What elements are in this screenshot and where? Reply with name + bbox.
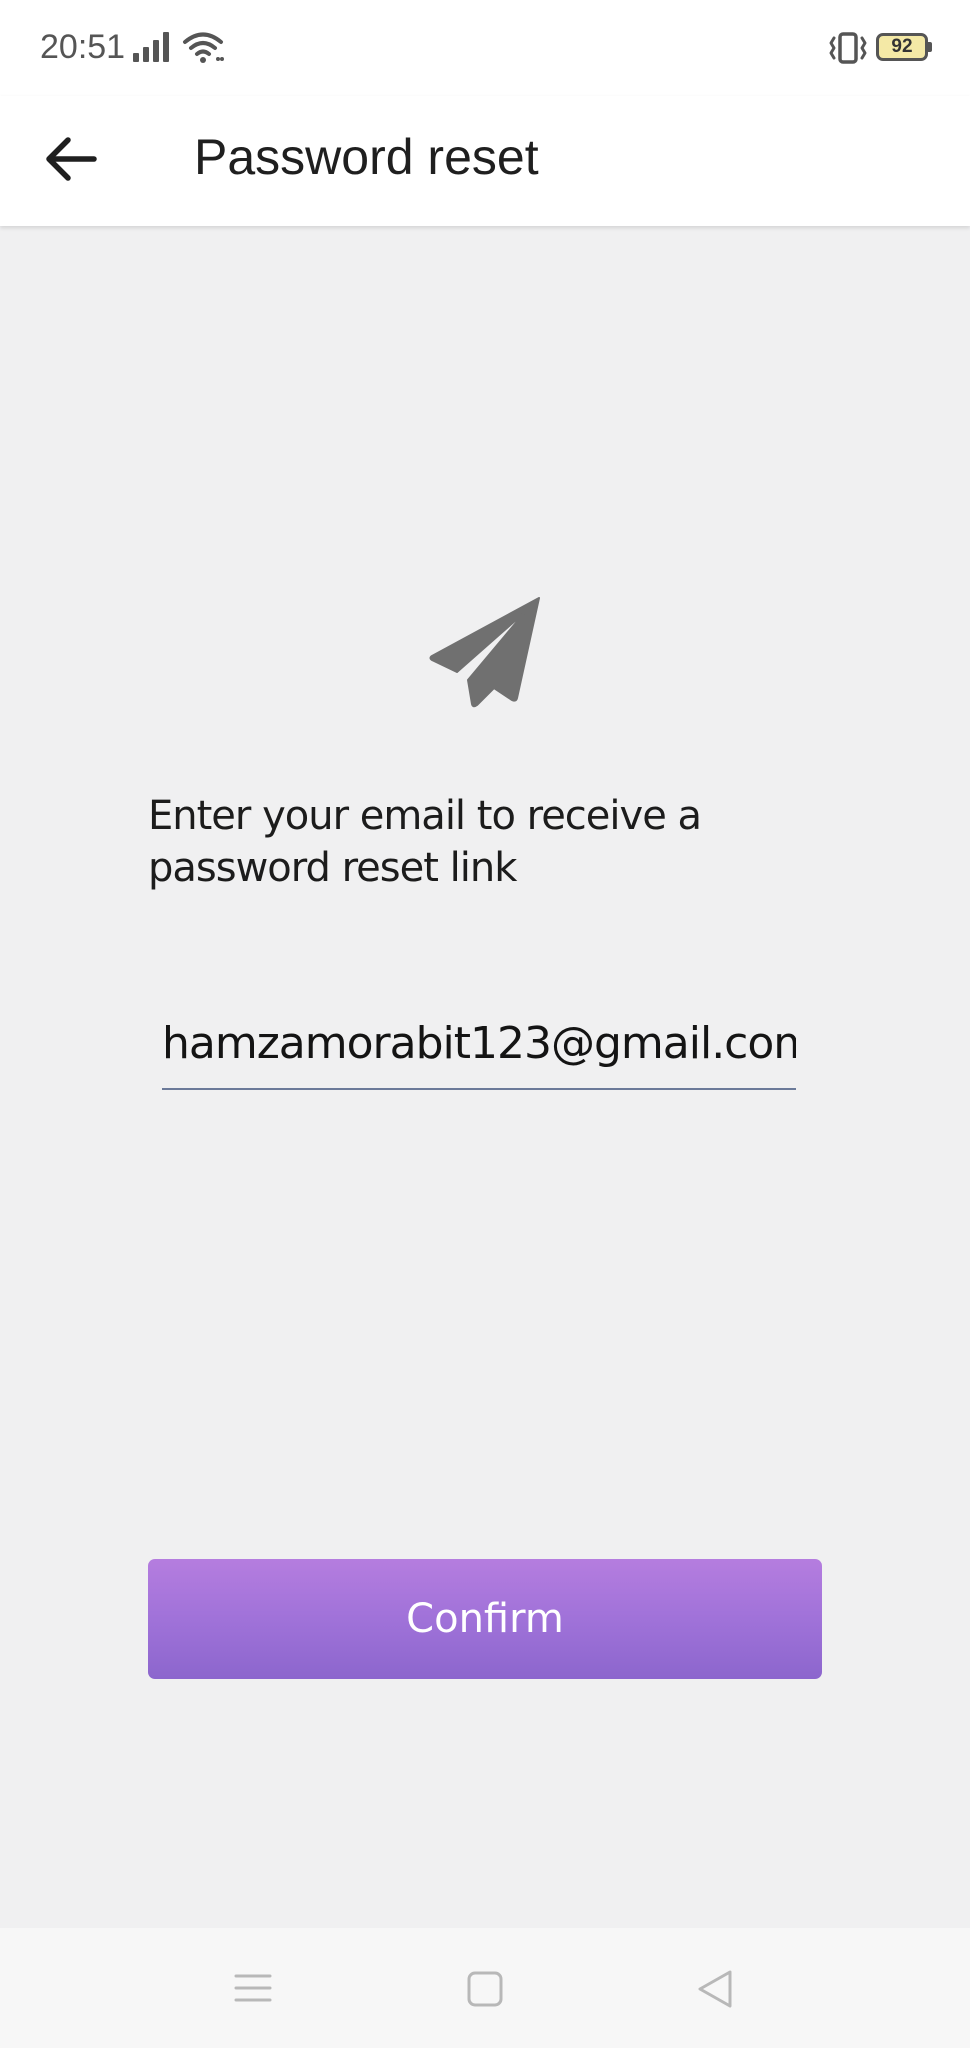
status-time: 20:51 <box>40 28 126 66</box>
toolbar: Password reset <box>0 96 970 226</box>
battery-level: 92 <box>891 36 913 57</box>
paper-plane-icon <box>429 597 540 708</box>
back-button[interactable] <box>30 116 116 202</box>
wifi-icon <box>183 32 224 63</box>
navigation-bar <box>0 1928 970 2048</box>
page-title: Password reset <box>194 129 539 185</box>
back-triangle-icon[interactable] <box>690 1964 740 2014</box>
vibrate-icon <box>829 32 867 64</box>
instruction-text: Enter your email to receive a password r… <box>148 793 702 891</box>
menu-icon[interactable] <box>228 1966 278 2010</box>
battery-tip <box>928 42 932 52</box>
email-field[interactable] <box>162 998 796 1090</box>
confirm-button[interactable]: Confirm <box>148 1559 822 1679</box>
password-reset-screen: 20:51 92 Password reset Enter your email… <box>0 0 970 2048</box>
signal-icon <box>133 32 169 62</box>
status-bar: 20:51 92 <box>0 0 970 96</box>
home-square-icon[interactable] <box>460 1964 510 2014</box>
arrow-left-icon <box>46 137 97 181</box>
